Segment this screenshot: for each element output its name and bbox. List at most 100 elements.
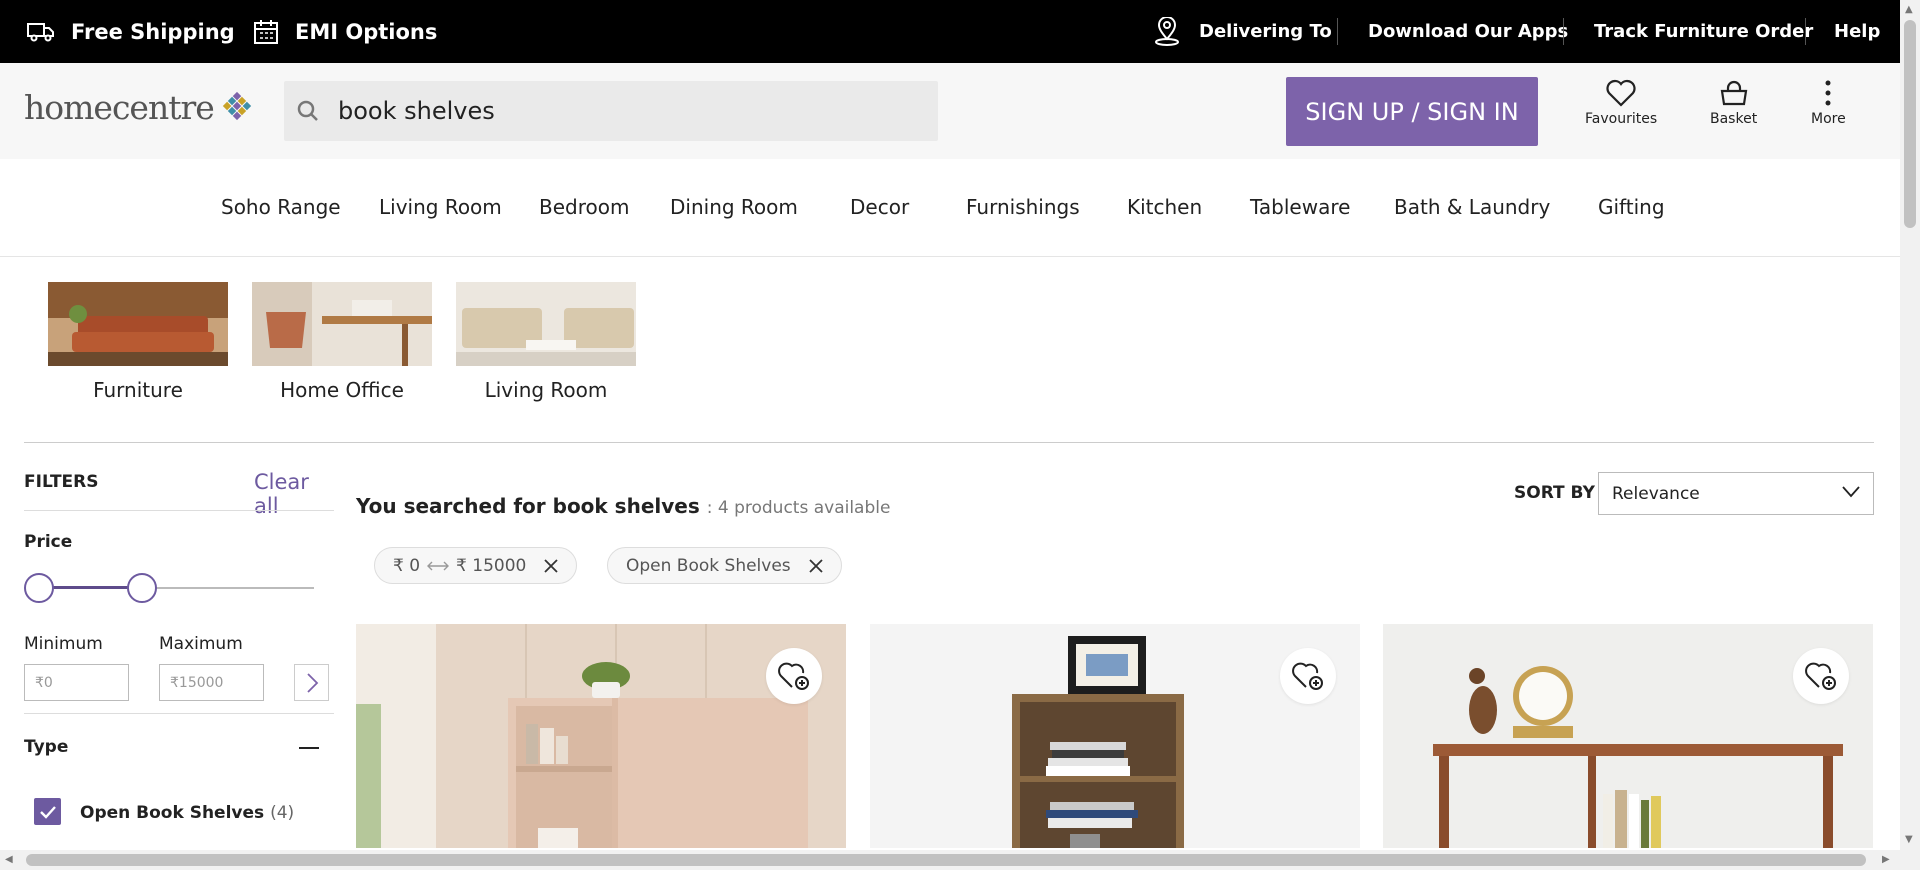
more-button[interactable]: More bbox=[1811, 79, 1846, 127]
scroll-left-arrow-icon[interactable]: ◀ bbox=[5, 854, 13, 865]
max-price-input[interactable]: ₹15000 bbox=[159, 664, 264, 701]
delivering-to-link[interactable]: Delivering To bbox=[1153, 0, 1332, 63]
sort-dropdown[interactable]: Relevance bbox=[1598, 472, 1874, 515]
location-pin-icon bbox=[1155, 16, 1179, 46]
sort-value: Relevance bbox=[1612, 483, 1700, 504]
favourites-button[interactable]: Favourites bbox=[1585, 79, 1657, 127]
product-card[interactable] bbox=[356, 624, 846, 848]
filters-title: FILTERS bbox=[24, 472, 99, 492]
filter-divider bbox=[24, 510, 334, 511]
close-icon[interactable] bbox=[809, 558, 823, 573]
header: homecentre SIGN UP / SIGN IN Favourites … bbox=[0, 63, 1900, 159]
type-option-count: (4) bbox=[270, 803, 295, 823]
emi-options-link[interactable]: EMI Options bbox=[253, 0, 437, 63]
type-option-label[interactable]: Open Book Shelves (4) bbox=[80, 803, 294, 823]
category-tile-home-office[interactable]: Home Office bbox=[252, 282, 432, 402]
horizontal-scroll-thumb[interactable] bbox=[26, 854, 1866, 866]
category-image bbox=[48, 282, 228, 366]
sort-by-label: SORT BY bbox=[1514, 483, 1595, 503]
vertical-scroll-thumb[interactable] bbox=[1904, 20, 1916, 228]
nav-soho-range[interactable]: Soho Range bbox=[221, 195, 341, 219]
basket-icon bbox=[1720, 80, 1747, 106]
category-image bbox=[456, 282, 636, 366]
download-apps-link[interactable]: Download Our Apps bbox=[1368, 0, 1568, 63]
free-shipping-label: Free Shipping bbox=[71, 19, 235, 44]
nav-dining-room[interactable]: Dining Room bbox=[670, 195, 798, 219]
help-label: Help bbox=[1834, 21, 1881, 42]
nav-living-room[interactable]: Living Room bbox=[379, 195, 502, 219]
emi-options-label: EMI Options bbox=[295, 19, 438, 44]
truck-icon bbox=[27, 22, 54, 41]
product-card[interactable] bbox=[870, 624, 1360, 848]
more-dots-icon bbox=[1825, 80, 1831, 106]
homecentre-logo[interactable]: homecentre bbox=[24, 85, 257, 125]
horizontal-scrollbar[interactable]: ◀ ▶ bbox=[0, 850, 1920, 870]
download-apps-label: Download Our Apps bbox=[1368, 21, 1569, 42]
track-order-link[interactable]: Track Furniture Order bbox=[1594, 0, 1813, 63]
add-to-wishlist-button[interactable] bbox=[1793, 648, 1849, 704]
add-to-wishlist-button[interactable] bbox=[1280, 648, 1336, 704]
category-tile-furniture[interactable]: Furniture bbox=[48, 282, 228, 402]
more-label: More bbox=[1811, 111, 1846, 127]
help-link[interactable]: Help bbox=[1834, 0, 1880, 63]
close-icon[interactable] bbox=[544, 558, 558, 573]
nav-bath-laundry[interactable]: Bath & Laundry bbox=[1394, 195, 1550, 219]
price-slider-max-handle[interactable] bbox=[127, 573, 157, 603]
heart-plus-icon bbox=[1292, 662, 1323, 690]
nav-furnishings[interactable]: Furnishings bbox=[966, 195, 1080, 219]
check-icon bbox=[39, 805, 56, 819]
category-tile-living-room[interactable]: Living Room bbox=[456, 282, 636, 402]
basket-button[interactable]: Basket bbox=[1710, 79, 1757, 127]
delivering-to-label: Delivering To bbox=[1199, 21, 1332, 42]
nav-gifting[interactable]: Gifting bbox=[1598, 195, 1665, 219]
product-card[interactable] bbox=[1383, 624, 1873, 848]
track-order-label: Track Furniture Order bbox=[1594, 21, 1814, 42]
search-bar bbox=[284, 81, 938, 141]
results-title: You searched for book shelves : 4 produc… bbox=[356, 494, 890, 518]
filter-chip-price: ₹ 0 ₹ 15000 bbox=[374, 547, 578, 584]
range-arrow-icon bbox=[427, 561, 450, 570]
sign-in-button[interactable]: SIGN UP / SIGN IN bbox=[1286, 77, 1538, 146]
results-count: : 4 products available bbox=[706, 498, 891, 518]
vertical-scrollbar[interactable]: ▲ ▼ bbox=[1900, 0, 1920, 850]
heart-plus-icon bbox=[778, 662, 809, 690]
nav-decor[interactable]: Decor bbox=[850, 195, 909, 219]
maximum-label: Maximum bbox=[159, 634, 243, 654]
apply-price-button[interactable] bbox=[294, 664, 329, 701]
main-nav: Soho Range Living Room Bedroom Dining Ro… bbox=[0, 159, 1900, 257]
topbar-divider bbox=[1563, 18, 1564, 45]
nav-bedroom[interactable]: Bedroom bbox=[539, 195, 629, 219]
logo-emblem-icon bbox=[222, 91, 251, 121]
calendar-icon bbox=[254, 19, 278, 44]
chevron-right-icon bbox=[306, 672, 318, 693]
favourites-label: Favourites bbox=[1585, 111, 1658, 127]
type-filter-label: Type bbox=[24, 737, 69, 757]
price-slider-min-handle[interactable] bbox=[24, 573, 54, 603]
category-label: Home Office bbox=[280, 378, 404, 402]
results-query-text: You searched for book shelves bbox=[356, 494, 700, 518]
search-input[interactable] bbox=[338, 97, 898, 125]
collapse-minus-icon[interactable] bbox=[299, 747, 319, 749]
scroll-down-arrow-icon[interactable]: ▼ bbox=[1905, 834, 1913, 845]
scroll-up-arrow-icon[interactable]: ▲ bbox=[1905, 4, 1913, 15]
free-shipping-link[interactable]: Free Shipping bbox=[27, 0, 235, 63]
top-bar: Free Shipping EMI Options Delivering To … bbox=[0, 0, 1900, 63]
section-divider bbox=[24, 442, 1874, 443]
chip-price-max: ₹ 15000 bbox=[456, 555, 527, 576]
category-image bbox=[252, 282, 432, 366]
sign-in-label: SIGN UP / SIGN IN bbox=[1305, 97, 1519, 126]
add-to-wishlist-button[interactable] bbox=[766, 648, 822, 704]
price-filter-label: Price bbox=[24, 532, 73, 552]
type-checkbox-open-book-shelves[interactable] bbox=[34, 798, 61, 825]
type-option-text: Open Book Shelves bbox=[80, 803, 265, 823]
search-icon[interactable] bbox=[296, 99, 320, 123]
min-price-input[interactable]: ₹0 bbox=[24, 664, 129, 701]
nav-kitchen[interactable]: Kitchen bbox=[1127, 195, 1202, 219]
nav-tableware[interactable]: Tableware bbox=[1250, 195, 1350, 219]
category-label: Furniture bbox=[93, 378, 183, 402]
logo-text: homecentre bbox=[24, 88, 215, 127]
scroll-right-arrow-icon[interactable]: ▶ bbox=[1882, 854, 1890, 865]
chip-type-label: Open Book Shelves bbox=[626, 555, 791, 576]
filter-chip-type: Open Book Shelves bbox=[607, 547, 842, 584]
filter-divider bbox=[24, 713, 334, 714]
